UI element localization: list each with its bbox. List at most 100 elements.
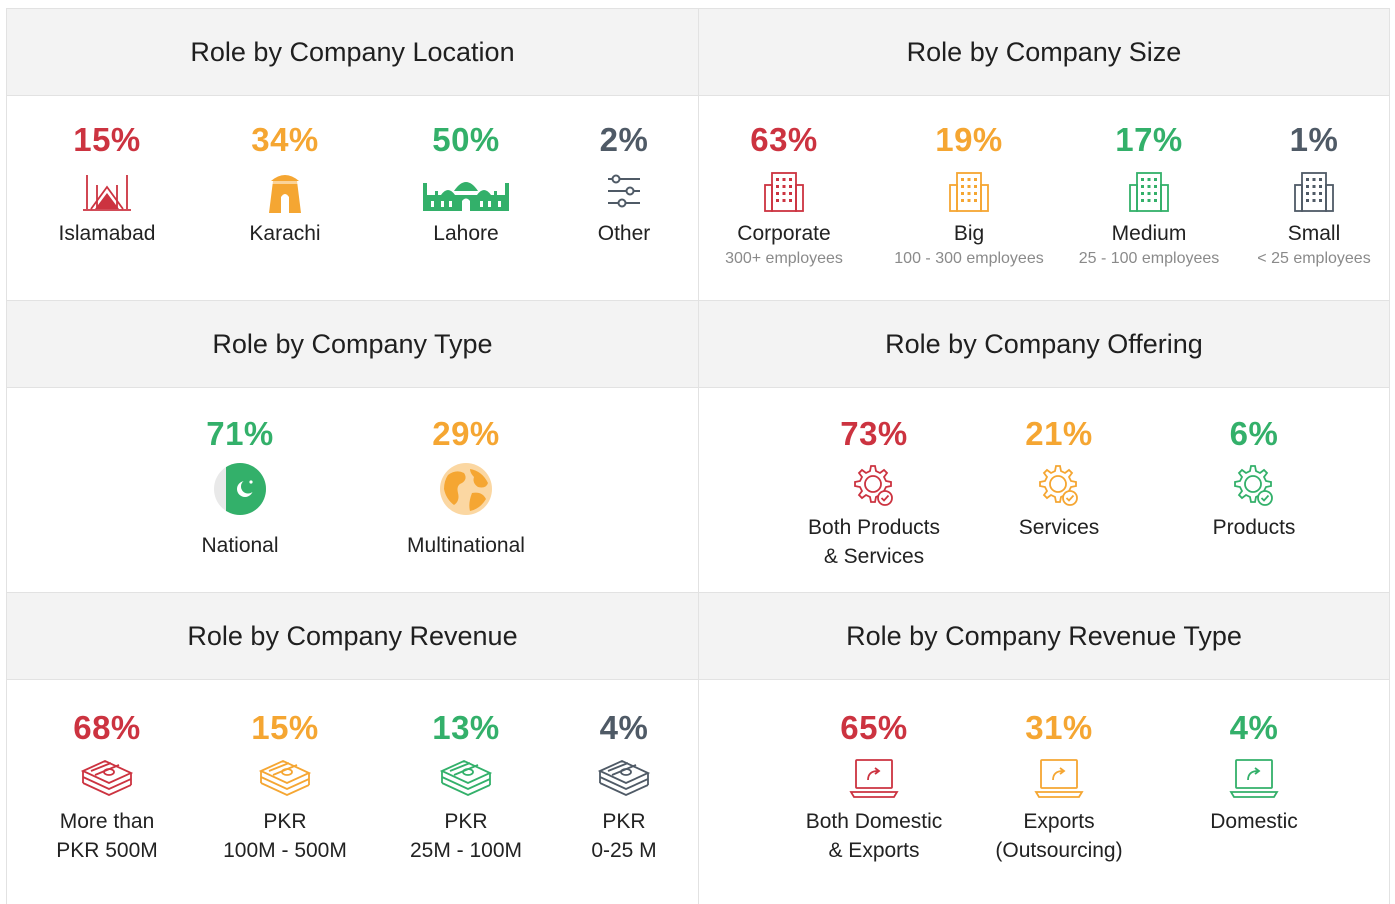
offering-label-line2: & Services [823,545,925,568]
percent: 6% [1229,415,1279,452]
revenue-label: More than [59,810,155,833]
size-panel: Role by Company Size 63% Corporate 300+ … [698,8,1390,300]
offering-label: Products [1212,516,1296,539]
money-stack-icon [596,751,652,807]
size-item-small: 1% Small < 25 employees [1249,121,1379,268]
sliders-icon [604,163,644,219]
percent: 4% [599,709,649,746]
size-sublabel: < 25 employees [1257,250,1371,267]
size-sublabel: 300+ employees [725,250,843,267]
revenue-type-label: Exports [1023,810,1095,833]
percent: 17% [1115,121,1183,158]
revenue-type-item-both: 65% Both Domestic & Exports [784,709,964,865]
location-label: Other [597,222,651,245]
location-title: Role by Company Location [7,9,698,96]
money-stack-icon [438,751,494,807]
offering-item-both: 73% Both Products & Services [789,415,959,571]
location-item-lahore: 50% Lahore [381,121,551,248]
revenue-type-item-domestic: 4% Domestic [1179,709,1329,836]
revenue-item-500m-plus: 68% More than PKR 500M [22,709,192,865]
revenue-label: PKR [263,810,307,833]
revenue-item-100-500m: 15% PKR 100M - 500M [200,709,370,865]
laptop-share-icon [1228,751,1280,807]
revenue-type-title: Role by Company Revenue Type [699,593,1389,680]
percent: 63% [750,121,818,158]
globe-icon [438,457,494,521]
revenue-label: PKR [602,810,646,833]
revenue-label-line2: 0-25 M [591,839,657,862]
pakistan-flag-icon [212,457,268,521]
size-item-corporate: 63% Corporate 300+ employees [709,121,859,268]
size-title: Role by Company Size [699,9,1389,96]
revenue-label: PKR [444,810,488,833]
size-sublabel: 25 - 100 employees [1078,250,1220,267]
laptop-share-icon [1033,751,1085,807]
offering-item-services: 21% Services [984,415,1134,542]
revenue-item-0-25m: 4% PKR 0-25 M [564,709,684,865]
building-icon [1292,163,1336,219]
percent: 19% [935,121,1003,158]
percent: 65% [840,709,908,746]
revenue-type-item-exports: 31% Exports (Outsourcing) [979,709,1139,865]
gear-check-icon [1036,457,1082,513]
faisal-mosque-icon [79,163,135,219]
size-label: Corporate [737,222,831,245]
type-item-multinational: 29% Multinational [381,415,551,560]
location-label: Lahore [433,222,499,245]
offering-item-products: 6% Products [1179,415,1329,542]
size-label: Small [1287,222,1341,245]
location-panel: Role by Company Location 15% Islamabad 3… [6,8,698,300]
type-label: National [201,534,279,557]
gear-check-icon [1231,457,1277,513]
type-label: Multinational [407,534,525,557]
revenue-panel: Role by Company Revenue 68% More than PK… [6,592,698,904]
location-item-karachi: 34% Karachi [200,121,370,248]
size-sublabel: 100 - 300 employees [894,250,1044,267]
size-label: Big [953,222,985,245]
laptop-share-icon [848,751,900,807]
revenue-type-label-line2: & Exports [828,839,920,862]
percent: 71% [206,415,274,452]
location-item-islamabad: 15% Islamabad [22,121,192,248]
size-item-medium: 17% Medium 25 - 100 employees [1069,121,1229,268]
revenue-label-line2: 100M - 500M [223,839,347,862]
location-item-other: 2% Other [564,121,684,248]
offering-panel: Role by Company Offering 73% Both Produc… [698,300,1390,592]
percent: 2% [599,121,649,158]
percent: 15% [251,709,319,746]
revenue-type-label: Domestic [1210,810,1298,833]
size-label: Medium [1111,222,1187,245]
type-item-national: 71% National [165,415,315,560]
revenue-type-panel: Role by Company Revenue Type 65% Both Do… [698,592,1390,904]
revenue-title: Role by Company Revenue [7,593,698,680]
percent: 21% [1025,415,1093,452]
badshahi-mosque-icon [421,163,511,219]
percent: 50% [432,121,500,158]
type-title: Role by Company Type [7,301,698,388]
offering-label: Both Products [808,516,940,539]
percent: 1% [1289,121,1339,158]
percent: 4% [1229,709,1279,746]
building-icon [1127,163,1171,219]
offering-label: Services [1018,516,1100,539]
percent: 29% [432,415,500,452]
percent: 31% [1025,709,1093,746]
stats-grid: Role by Company Location 15% Islamabad 3… [6,8,1390,904]
gear-check-icon [851,457,897,513]
percent: 68% [73,709,141,746]
revenue-type-label-line2: (Outsourcing) [995,839,1123,862]
type-panel: Role by Company Type 71% National 29% Mu… [6,300,698,592]
revenue-label-line2: 25M - 100M [409,839,523,862]
revenue-label-line2: PKR 500M [56,839,158,862]
percent: 34% [251,121,319,158]
size-item-big: 19% Big 100 - 300 employees [884,121,1054,268]
money-stack-icon [79,751,135,807]
percent: 73% [840,415,908,452]
revenue-item-25-100m: 13% PKR 25M - 100M [381,709,551,865]
location-label: Karachi [249,222,321,245]
money-stack-icon [257,751,313,807]
percent: 15% [73,121,141,158]
location-label: Islamabad [58,222,156,245]
building-icon [947,163,991,219]
revenue-type-label: Both Domestic [805,810,943,833]
